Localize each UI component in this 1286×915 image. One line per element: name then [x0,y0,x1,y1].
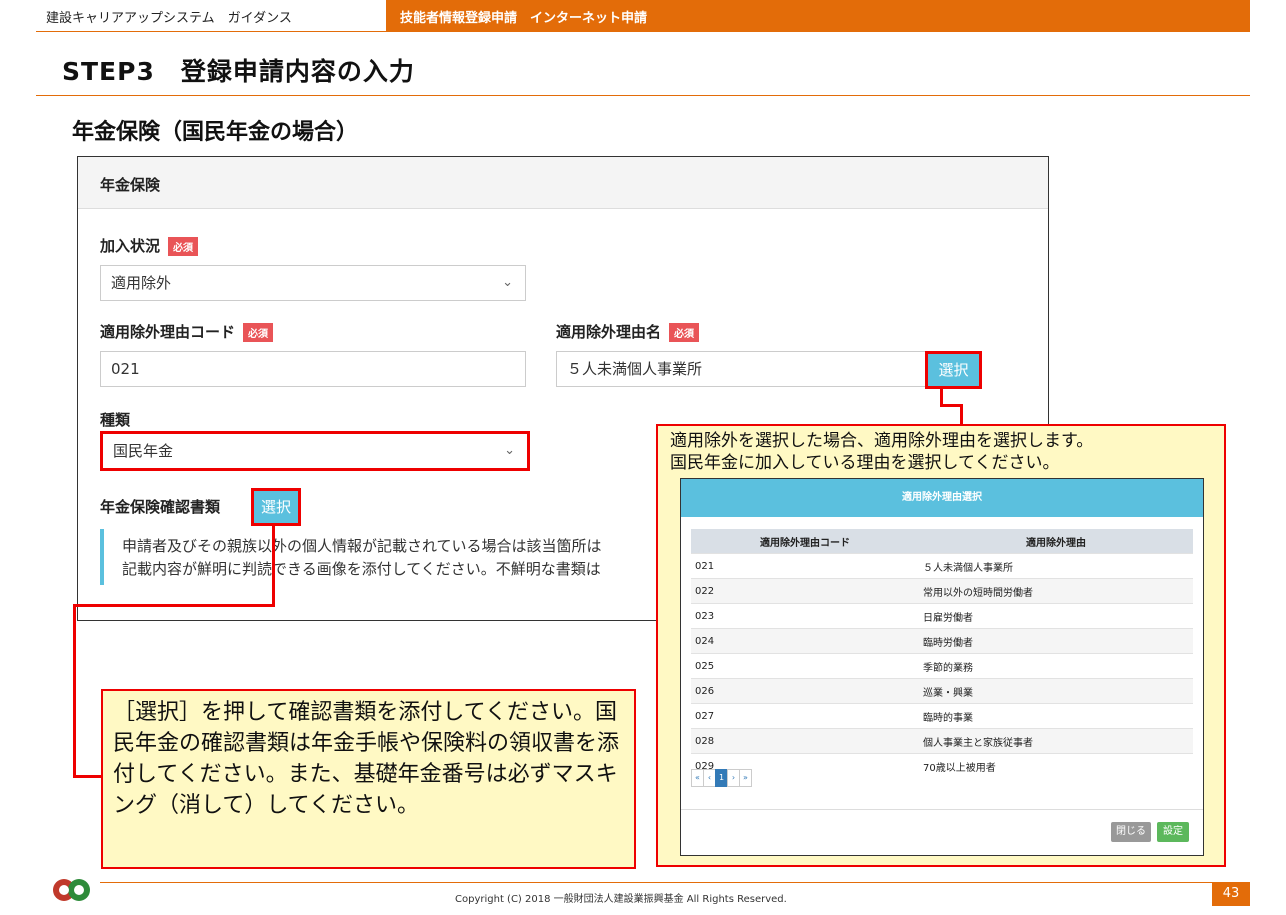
exemption-code-label-text: 適用除外理由コード [100,323,236,341]
type-label: 種類 [100,411,131,429]
table-row[interactable]: 022 常用以外の短時間労働者 [691,578,1193,604]
callout-line: 国民年金に加入している理由を選択してください。 [670,453,1060,473]
reason-cell: 個人事業主と家族従事者 [919,728,1193,754]
code-cell: 021 [691,553,919,579]
reason-cell: ５人未満個人事業所 [919,553,1193,579]
table-row[interactable]: 026 巡業・興業 [691,678,1193,704]
panel-heading: 年金保険 [100,176,161,194]
doc-select-button[interactable]: 選択 [251,488,301,526]
enroll-status-label: 加入状況 必須 [100,235,199,256]
exemption-name-label-text: 適用除外理由名 [556,323,662,341]
reason-cell: 季節的業務 [919,653,1193,679]
doc-label: 年金保険確認書類 [100,498,221,516]
pagination: «‹ 1 ›» [691,769,752,787]
doc-callout: ［選択］を押して確認書類を添付してください。国民年金の確認書類は年金手帳や保険料… [101,689,636,869]
guide-title-tab: 建設キャリアアップシステム ガイダンス [36,0,386,32]
chevron-down-icon: ⌄ [502,275,513,290]
modal-footer-divider [681,809,1203,810]
connector-line [73,775,103,778]
enroll-status-select[interactable]: 適用除外 ⌄ [100,265,526,301]
table-row[interactable]: 024 臨時労働者 [691,628,1193,654]
type-select[interactable]: 国民年金 ⌄ [100,431,530,471]
exemption-modal: 適用除外理由選択 適用除外理由コード 適用除外理由 021 ５人未満個人事業所 02… [680,478,1204,856]
exemption-select-button[interactable]: 選択 [925,351,982,389]
ccus-logo-icon [53,879,90,901]
reason-cell: 臨時的事業 [919,703,1193,729]
code-cell: 022 [691,578,919,604]
code-cell: 028 [691,728,919,754]
title-divider [36,95,1250,96]
table-row[interactable]: 028 個人事業主と家族従事者 [691,728,1193,754]
code-cell: 025 [691,653,919,679]
copyright: Copyright (C) 2018 一般財団法人建設業振興基金 All Rig… [455,894,787,905]
section-label: 技能者情報登録申請 インターネット申請 [400,11,648,26]
exemption-name-input[interactable]: ５人未満個人事業所 [556,351,982,387]
type-value: 国民年金 [113,442,174,460]
pager-last[interactable]: » [739,769,752,787]
chevron-down-icon: ⌄ [504,443,515,458]
exemption-code-input[interactable]: 021 [100,351,526,387]
panel-header: 年金保険 [78,157,1048,209]
table-row[interactable]: 023 日雇労働者 [691,603,1193,629]
guide-title: 建設キャリアアップシステム ガイダンス [46,11,292,26]
column-header: 適用除外理由コード [691,529,919,554]
required-badge: 必須 [243,323,274,342]
reason-cell: 70歳以上被用者 [919,753,1193,778]
column-header: 適用除外理由 [919,529,1193,554]
reason-cell: 臨時労働者 [919,628,1193,654]
page-number: 43 [1212,882,1250,906]
callout-line: 適用除外を選択した場合、適用除外理由を選択します。 [670,431,1094,451]
section-title: 年金保険（国民年金の場合） [72,120,359,145]
exemption-code-label: 適用除外理由コード 必須 [100,321,274,342]
set-button[interactable]: 設定 [1157,822,1189,842]
code-cell: 026 [691,678,919,704]
table-row[interactable]: 027 臨時的事業 [691,703,1193,729]
code-cell: 023 [691,603,919,629]
table-row[interactable]: 025 季節的業務 [691,653,1193,679]
exemption-table: 適用除外理由コード 適用除外理由 021 ５人未満個人事業所 022 常用以外の短時間… [691,529,1193,778]
close-button[interactable]: 閉じる [1111,822,1151,842]
code-cell: 027 [691,703,919,729]
connector-line [73,604,275,607]
enroll-status-value: 適用除外 [111,274,172,292]
step-title: STEP3 登録申請内容の入力 [62,57,415,86]
footer-divider [100,882,1250,883]
required-badge: 必須 [669,323,700,342]
reason-cell: 日雇労働者 [919,603,1193,629]
enroll-status-label-text: 加入状況 [100,237,161,255]
reason-cell: 常用以外の短時間労働者 [919,578,1193,604]
table-row[interactable]: 021 ５人未満個人事業所 [691,553,1193,579]
reason-cell: 巡業・興業 [919,678,1193,704]
required-badge: 必須 [168,237,199,256]
connector-line [960,404,963,426]
exemption-callout: 適用除外を選択した場合、適用除外理由を選択します。 国民年金に加入している理由を… [656,424,1226,867]
modal-title: 適用除外理由選択 [681,479,1203,517]
table-row[interactable]: 029 70歳以上被用者 [691,753,1193,778]
connector-line [73,604,76,778]
code-cell: 024 [691,628,919,654]
callout-text: 適用除外を選択した場合、適用除外理由を選択します。 国民年金に加入している理由を… [670,430,1093,474]
exemption-name-label: 適用除外理由名 必須 [556,321,700,342]
connector-line [272,525,275,607]
